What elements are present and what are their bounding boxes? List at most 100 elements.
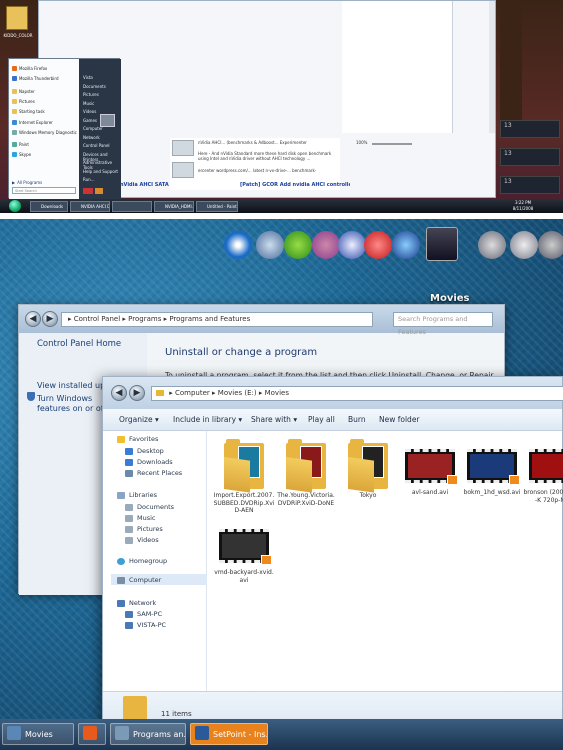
- forward-button[interactable]: ▶: [42, 311, 58, 327]
- ie-icon[interactable]: [224, 231, 252, 259]
- taskbar-button-media[interactable]: [78, 723, 106, 745]
- dock-icon[interactable]: [478, 231, 506, 259]
- desktop-folder-icon[interactable]: [6, 6, 28, 30]
- start-menu-place[interactable]: Run...: [83, 177, 94, 182]
- start-menu-item[interactable]: Pictures: [12, 98, 35, 105]
- nav-computer[interactable]: Computer: [117, 576, 161, 584]
- paint-canvas[interactable]: [342, 1, 453, 133]
- dock-icon[interactable]: [510, 231, 538, 259]
- start-menu-place[interactable]: Vista: [83, 75, 93, 80]
- zoom-slider[interactable]: [372, 143, 412, 145]
- video-file-item[interactable]: vmd-backyard-xvid.avi: [213, 517, 275, 584]
- taskbar-button[interactable]: [112, 201, 152, 212]
- start-orb-icon[interactable]: [9, 200, 21, 212]
- paint-scrollbar[interactable]: [489, 1, 495, 133]
- start-menu-item[interactable]: Internet Explorer: [12, 119, 53, 126]
- nav-desktop[interactable]: Desktop: [125, 447, 164, 455]
- nav-homegroup[interactable]: Homegroup: [117, 557, 167, 565]
- start-menu-place[interactable]: Documents: [83, 84, 106, 89]
- dock-icon[interactable]: [338, 231, 366, 259]
- play-all-button[interactable]: Play all: [308, 415, 335, 424]
- breadcrumb[interactable]: Movies (E:): [218, 389, 257, 397]
- back-button[interactable]: ◀: [25, 311, 41, 327]
- start-menu-item[interactable]: Windows Memory Diagnostic: [12, 129, 77, 136]
- result-link[interactable]: [Patch] GCOR Add nvidia AHCI controllers…: [240, 182, 350, 188]
- result-link[interactable]: nVidia AHCI SATA: [120, 182, 169, 188]
- dock-icon[interactable]: [392, 231, 420, 259]
- breadcrumb[interactable]: Programs: [128, 315, 161, 323]
- breadcrumb[interactable]: Programs and Features: [169, 315, 250, 323]
- breadcrumb[interactable]: Movies: [265, 389, 289, 397]
- burn-button[interactable]: Burn: [348, 415, 366, 424]
- address-bar[interactable]: ▸ Control Panel ▸ Programs ▸ Programs an…: [61, 312, 373, 327]
- result-thumbnail[interactable]: [172, 140, 194, 156]
- search-input[interactable]: Search Programs and Features: [393, 312, 493, 336]
- taskbar-button[interactable]: NVIDIA_HDMI.V...: [154, 201, 194, 212]
- start-menu-item[interactable]: Skype: [12, 151, 31, 158]
- video-file-item[interactable]: bokm_1hd_wsd.avi: [461, 437, 523, 497]
- address-bar[interactable]: ▸ Computer ▸ Movies (E:) ▸ Movies: [151, 386, 563, 401]
- dock-icon[interactable]: [256, 231, 284, 259]
- taskbar-button-movies[interactable]: Movies: [2, 723, 74, 745]
- all-programs[interactable]: ▶ All Programs: [12, 179, 42, 186]
- folder-item[interactable]: Tokyo: [337, 437, 399, 500]
- start-menu-place[interactable]: Computer: [83, 126, 103, 131]
- explorer-window[interactable]: ◀ ▶ ▸ Computer ▸ Movies (E:) ▸ Movies Or…: [102, 376, 563, 732]
- lock-button[interactable]: [95, 188, 103, 194]
- gadget[interactable]: 13: [500, 176, 560, 194]
- taskbar-button[interactable]: Downloads: [30, 201, 68, 212]
- start-menu-place[interactable]: Pictures: [83, 92, 99, 97]
- start-menu-item[interactable]: Paint: [12, 141, 29, 148]
- folder-item[interactable]: The.Young.Victoria.DVDRiP.XviD-DoNE: [275, 437, 337, 507]
- strawberry-icon[interactable]: [364, 231, 392, 259]
- nav-downloads[interactable]: Downloads: [125, 458, 173, 466]
- start-menu-item[interactable]: Mozilla Firefox: [12, 65, 47, 72]
- breadcrumb[interactable]: Computer: [175, 389, 210, 397]
- share-with-button[interactable]: Share with ▾: [251, 415, 297, 424]
- gadget[interactable]: 13: [500, 120, 560, 138]
- nav-network[interactable]: Network: [117, 599, 156, 607]
- nav-music[interactable]: Music: [125, 514, 156, 522]
- nav-videos[interactable]: Videos: [125, 536, 159, 544]
- organize-button[interactable]: Organize ▾: [119, 415, 159, 424]
- movies-reel-icon[interactable]: [426, 227, 458, 261]
- nav-documents[interactable]: Documents: [125, 503, 174, 511]
- start-menu-place[interactable]: Help and Support: [83, 169, 118, 174]
- new-folder-button[interactable]: New folder: [379, 415, 420, 424]
- include-in-library-button[interactable]: Include in library ▾: [173, 415, 242, 424]
- taskbar-button-setpoint[interactable]: SetPoint - Ins...: [190, 723, 268, 745]
- taskbar-button[interactable]: NVIDIA AHCI Dri...: [70, 201, 110, 212]
- start-menu-item[interactable]: Napster: [12, 88, 35, 95]
- gadget[interactable]: 13: [500, 148, 560, 166]
- video-file-item[interactable]: bronson (2009)-Xvid-K 720p-MP3: [523, 437, 563, 504]
- taskbar-clock[interactable]: 3:22 PM 8/11/2008: [508, 200, 538, 212]
- control-panel-home-link[interactable]: Control Panel Home: [37, 339, 121, 349]
- nav-pc[interactable]: SAM-PC: [125, 610, 162, 618]
- nav-libraries[interactable]: Libraries: [117, 491, 157, 499]
- start-menu-place[interactable]: Network: [83, 135, 100, 140]
- breadcrumb[interactable]: Control Panel: [74, 315, 120, 323]
- dock-icon[interactable]: [312, 231, 340, 259]
- folder-item[interactable]: Import.Export.2007.SUBBED.DVDRip.XviD-AE…: [213, 437, 275, 515]
- start-menu-place[interactable]: Games: [83, 118, 97, 123]
- dock-icon[interactable]: [538, 231, 563, 259]
- power-button[interactable]: [83, 188, 93, 194]
- nav-favorites[interactable]: Favorites: [117, 435, 158, 443]
- start-menu-place[interactable]: Videos: [83, 109, 96, 114]
- taskbar-button[interactable]: Untitled - Paint: [196, 201, 238, 212]
- result-thumbnail[interactable]: [172, 162, 194, 178]
- start-menu-place[interactable]: Control Panel: [83, 143, 110, 148]
- start-menu-item[interactable]: Mozilla Thunderbird: [12, 75, 59, 82]
- video-file-item[interactable]: avl-sand.avi: [399, 437, 461, 497]
- start-menu-item[interactable]: Starting task: [12, 108, 45, 115]
- start-menu-place[interactable]: Music: [83, 101, 94, 106]
- start-search-input[interactable]: Start Search: [12, 187, 76, 194]
- nav-pc[interactable]: VISTA-PC: [125, 621, 166, 629]
- result-snippet[interactable]: nVidia AHCI... (benchmarks & Adboost... …: [198, 140, 338, 145]
- back-button[interactable]: ◀: [111, 385, 127, 401]
- forward-button[interactable]: ▶: [129, 385, 145, 401]
- nav-pictures[interactable]: Pictures: [125, 525, 163, 533]
- taskbar-button-programs[interactable]: Programs an...: [110, 723, 186, 745]
- skype-icon[interactable]: [284, 231, 312, 259]
- nav-recent-places[interactable]: Recent Places: [125, 469, 182, 477]
